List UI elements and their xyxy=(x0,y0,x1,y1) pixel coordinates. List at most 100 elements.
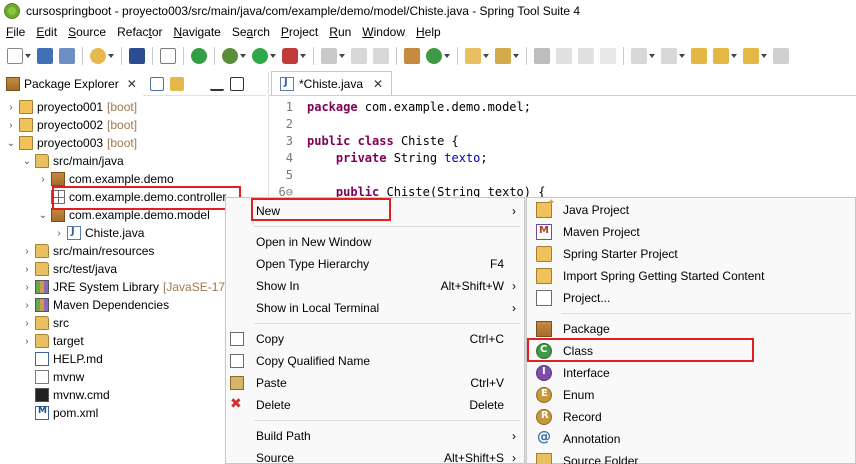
run-external-dropdown-arrow[interactable] xyxy=(300,54,306,58)
previous-annotation-dropdown-arrow[interactable] xyxy=(679,54,685,58)
run-dropdown-arrow[interactable] xyxy=(270,54,276,58)
new-submenu-item-class[interactable]: Class xyxy=(527,340,855,362)
new-submenu-item-project-[interactable]: Project... xyxy=(527,287,855,309)
context-menu-item-open-in-new-window[interactable]: Open in New Window xyxy=(226,231,524,253)
tree-item[interactable]: mvnw.cmd xyxy=(22,386,110,404)
new-class-dropdown-arrow[interactable] xyxy=(444,54,450,58)
tree-item[interactable]: HELP.md xyxy=(22,350,103,368)
collapsed-chevron-icon[interactable]: › xyxy=(22,264,32,275)
menu-item[interactable]: Refactor xyxy=(111,25,167,39)
collapsed-chevron-icon[interactable]: › xyxy=(22,318,32,329)
tree-item[interactable]: › src xyxy=(22,314,69,332)
run-icon[interactable] xyxy=(252,48,268,64)
skip-breakpoints-icon[interactable] xyxy=(160,48,176,64)
collapsed-chevron-icon[interactable]: › xyxy=(22,246,32,257)
tree-item[interactable]: mvnw xyxy=(22,368,84,386)
context-menu-item-show-in-local-terminal[interactable]: Show in Local Terminal › xyxy=(226,297,524,319)
forward-icon[interactable] xyxy=(743,48,759,64)
new-submenu-item-java-project[interactable]: Java Project xyxy=(527,197,855,221)
collapsed-chevron-icon[interactable]: › xyxy=(6,120,16,131)
menu-item[interactable]: Run xyxy=(323,25,356,39)
context-menu-item-paste[interactable]: Paste Ctrl+V xyxy=(226,372,524,394)
undo-icon[interactable] xyxy=(90,48,106,64)
expanded-chevron-icon[interactable]: ⌄ xyxy=(6,138,16,149)
menu-item[interactable]: Navigate xyxy=(167,25,225,39)
collapsed-chevron-icon[interactable]: › xyxy=(22,282,32,293)
pin-editor-icon[interactable] xyxy=(773,48,789,64)
new-submenu-item-spring-starter-project[interactable]: Spring Starter Project xyxy=(527,243,855,265)
tree-item[interactable]: › Chiste.java xyxy=(54,224,144,242)
context-menu-item-show-in[interactable]: Show In Alt+Shift+W › xyxy=(226,275,524,297)
code-line[interactable]: 1 package com.example.demo.model; xyxy=(269,98,531,115)
undo-dropdown-arrow[interactable] xyxy=(108,54,114,58)
previous-annotation-icon[interactable] xyxy=(661,48,677,64)
tree-item[interactable]: › com.example.demo xyxy=(38,170,174,188)
tree-item[interactable]: pom.xml xyxy=(22,404,98,422)
collapsed-chevron-icon[interactable]: › xyxy=(6,102,16,113)
close-icon[interactable]: ✕ xyxy=(373,77,383,91)
collapse-all-icon[interactable] xyxy=(149,76,164,91)
open-type-dropdown-arrow[interactable] xyxy=(483,54,489,58)
new-submenu-item-interface[interactable]: Interface xyxy=(527,362,855,384)
new-java-class-icon[interactable] xyxy=(426,48,442,64)
tree-item[interactable]: com.example.demo.controller xyxy=(38,188,226,206)
debug-icon[interactable] xyxy=(222,48,238,64)
save-icon[interactable] xyxy=(37,48,53,64)
view-menu-icon[interactable] xyxy=(189,76,204,91)
stop-dropdown-arrow[interactable] xyxy=(339,54,345,58)
menu-item[interactable]: Edit xyxy=(30,25,62,39)
context-menu-item-copy-qualified-name[interactable]: Copy Qualified Name xyxy=(226,350,524,372)
code-line[interactable]: 3 public class Chiste { xyxy=(269,132,459,149)
tab-package-explorer[interactable]: Package Explorer ✕ xyxy=(0,71,143,96)
tree-item[interactable]: › target xyxy=(22,332,84,350)
collapsed-chevron-icon[interactable]: › xyxy=(38,174,48,185)
stop-icon[interactable] xyxy=(321,48,337,64)
context-menu-item-new[interactable]: New › xyxy=(226,200,524,222)
new-submenu-item-source-folder[interactable]: Source Folder xyxy=(527,450,855,464)
code-line[interactable]: 2 xyxy=(269,115,307,132)
expanded-chevron-icon[interactable]: ⌄ xyxy=(38,210,48,221)
context-menu-item-open-type-hierarchy[interactable]: Open Type Hierarchy F4 xyxy=(226,253,524,275)
search-dropdown-arrow[interactable] xyxy=(513,54,519,58)
collapsed-chevron-icon[interactable]: › xyxy=(22,300,32,311)
new-submenu-item-import-spring-getting-started-content[interactable]: Import Spring Getting Started Content xyxy=(527,265,855,287)
menu-item[interactable]: Source xyxy=(62,25,111,39)
new-submenu-item-package[interactable]: Package xyxy=(527,318,855,340)
toggle-mark-occurrences-icon[interactable] xyxy=(534,48,550,64)
debug-dropdown-arrow[interactable] xyxy=(240,54,246,58)
menu-item[interactable]: File xyxy=(0,25,30,39)
open-type-icon[interactable] xyxy=(465,48,481,64)
context-menu-item-delete[interactable]: Delete Delete xyxy=(226,394,524,416)
tree-item[interactable]: › Maven Dependencies xyxy=(22,296,169,314)
collapsed-chevron-icon[interactable]: › xyxy=(22,336,32,347)
new-submenu-item-maven-project[interactable]: Maven Project xyxy=(527,221,855,243)
show-whitespace-icon[interactable] xyxy=(600,48,616,64)
new-java-package-icon[interactable] xyxy=(404,48,420,64)
code-line[interactable]: 5 xyxy=(269,166,307,183)
code-line[interactable]: 4 private String texto; xyxy=(269,149,488,166)
open-console-icon[interactable] xyxy=(373,48,389,64)
run-external-icon[interactable] xyxy=(282,48,298,64)
tree-item[interactable]: › proyecto002 [boot] xyxy=(6,116,137,134)
tree-item[interactable]: › src/test/java xyxy=(22,260,117,278)
menu-item[interactable]: Search xyxy=(226,25,275,39)
power-icon[interactable] xyxy=(191,48,207,64)
tree-item[interactable]: ⌄ src/main/java xyxy=(22,152,124,170)
expanded-chevron-icon[interactable]: ⌄ xyxy=(22,156,32,167)
maximize-icon[interactable] xyxy=(229,76,244,91)
context-menu-item-build-path[interactable]: Build Path › xyxy=(226,425,524,447)
minimize-icon[interactable] xyxy=(209,77,224,91)
close-icon[interactable]: ✕ xyxy=(127,77,137,91)
save-all-icon[interactable] xyxy=(59,48,75,64)
forward-dropdown-arrow[interactable] xyxy=(761,54,767,58)
new-submenu-item-record[interactable]: Record xyxy=(527,406,855,428)
next-annotation-icon[interactable] xyxy=(631,48,647,64)
tree-item[interactable]: › src/main/resources xyxy=(22,242,154,260)
back-icon[interactable] xyxy=(713,48,729,64)
tree-item[interactable]: ⌄ com.example.demo.model xyxy=(38,206,210,224)
menu-item[interactable]: Window xyxy=(356,25,410,39)
block-selection-icon[interactable] xyxy=(578,48,594,64)
last-edit-location-icon[interactable] xyxy=(691,48,707,64)
link-with-editor-icon[interactable] xyxy=(169,76,184,91)
new-submenu-item-annotation[interactable]: Annotation xyxy=(527,428,855,450)
